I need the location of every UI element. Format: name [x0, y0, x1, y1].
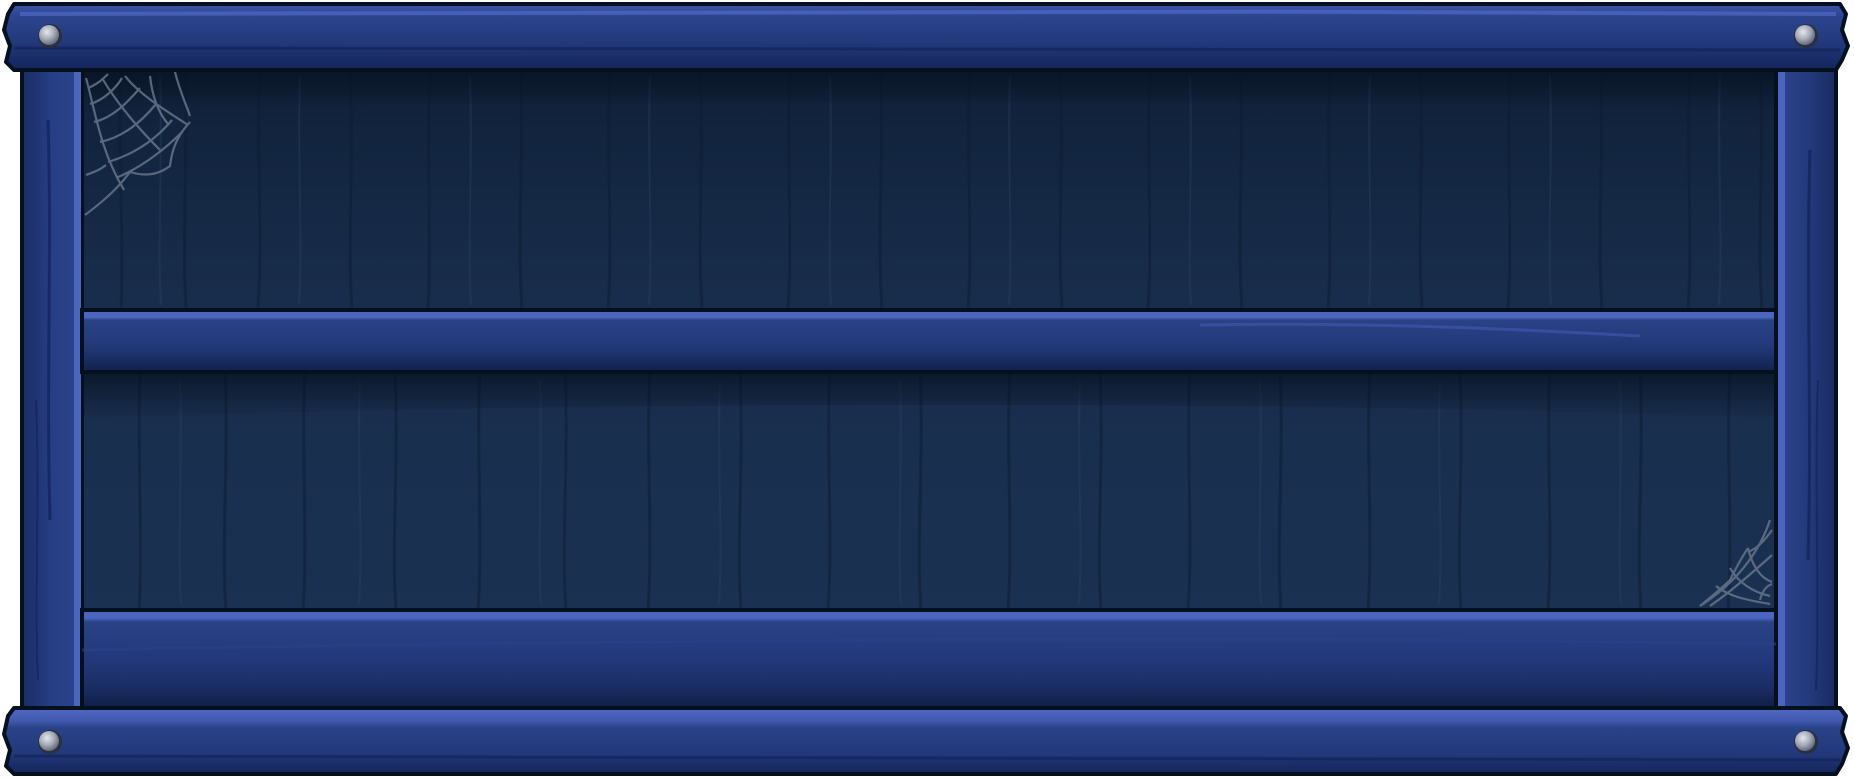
- shelf-board-bottom: [80, 608, 1778, 712]
- shelf-board-middle: [80, 308, 1778, 374]
- nail-top-left: [38, 24, 62, 48]
- nail-bottom-right: [1794, 730, 1818, 754]
- nail-top-right: [1794, 24, 1818, 48]
- bottom-plank: [2, 706, 1850, 776]
- nail-bottom-left: [38, 730, 62, 754]
- right-post: [1774, 54, 1838, 718]
- left-post: [20, 54, 84, 718]
- bookshelf-graphic: [2, 2, 1850, 776]
- top-plank: [2, 2, 1850, 72]
- bookshelf: [0, 0, 1854, 778]
